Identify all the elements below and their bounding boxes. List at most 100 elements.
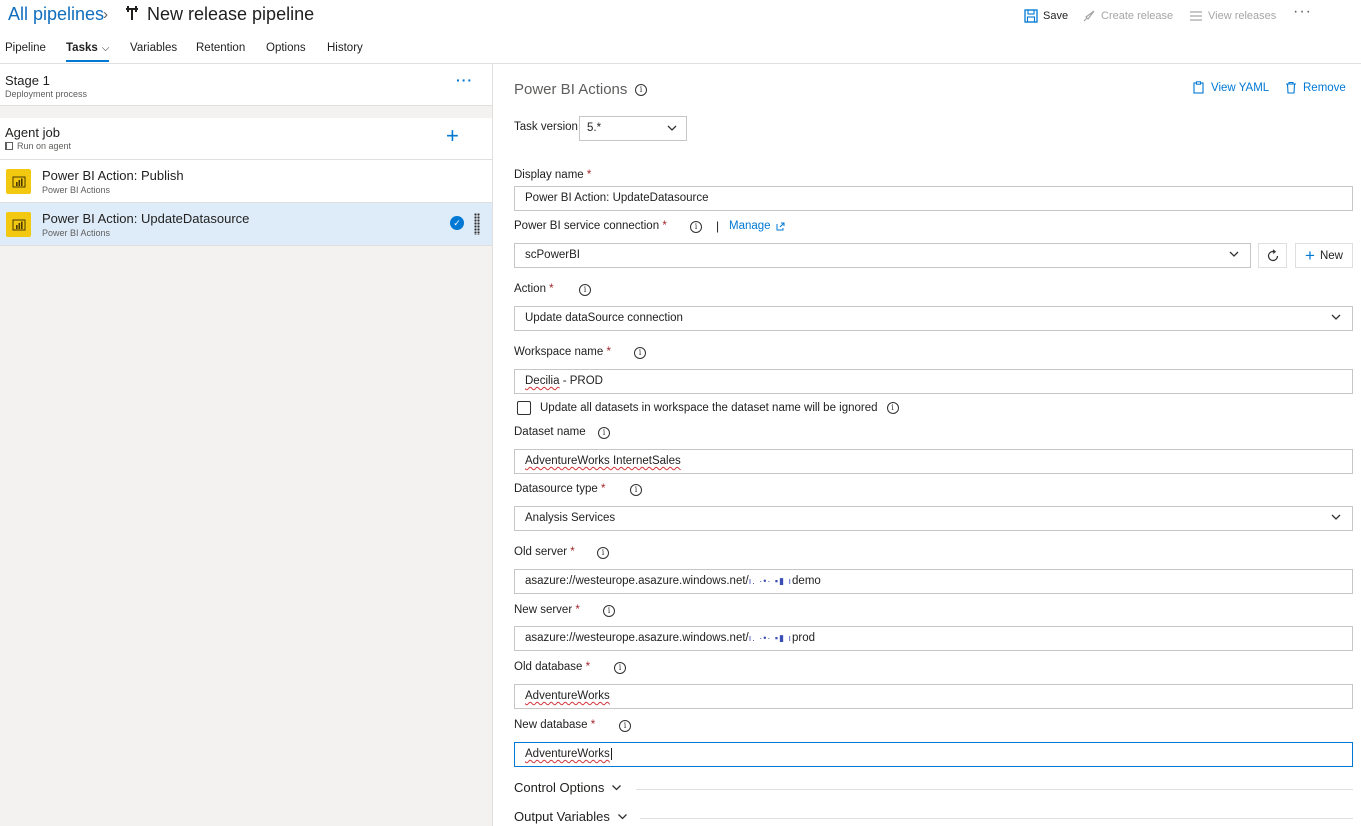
old-server-label-text: Old server — [514, 546, 568, 558]
task-subtitle: Power BI Actions — [42, 228, 111, 238]
output-variables-section[interactable]: Output Variables — [514, 809, 628, 824]
connection-label: Power BI service connection * — [514, 220, 667, 232]
more-actions-button[interactable]: ··· — [1293, 3, 1312, 21]
required-marker: * — [586, 169, 592, 181]
task-title: Power BI Action: Publish — [42, 168, 184, 183]
new-database-label: New database * — [514, 719, 595, 731]
dataset-label: Dataset name — [514, 426, 586, 438]
text-cursor — [610, 748, 612, 760]
required-marker: * — [585, 661, 591, 673]
chevron-down-icon — [1229, 251, 1239, 257]
info-icon[interactable]: i — [603, 605, 615, 617]
info-icon[interactable]: i — [690, 221, 702, 233]
new-server-suffix: prod — [792, 632, 816, 644]
info-icon[interactable]: i — [579, 284, 591, 296]
new-label: New — [1319, 249, 1343, 262]
stage-header[interactable]: Stage 1 Deployment process ··· — [0, 64, 492, 106]
dataset-value: AdventureWorks InternetSales — [525, 455, 681, 467]
tab-tasks[interactable]: Tasks ⌵ — [66, 42, 110, 62]
old-database-input[interactable]: AdventureWorks — [514, 684, 1353, 709]
dataset-input[interactable]: AdventureWorks InternetSales — [514, 449, 1353, 474]
required-marker: * — [590, 719, 596, 731]
manage-link[interactable]: Manage — [729, 220, 785, 232]
info-icon[interactable]: i — [630, 484, 642, 496]
agent-job-subtitle-text: Run on agent — [17, 141, 72, 151]
connection-dropdown[interactable]: scPowerBI — [514, 243, 1251, 268]
required-marker: * — [575, 604, 580, 616]
old-database-label: Old database * — [514, 661, 590, 673]
info-icon[interactable]: i — [614, 662, 626, 674]
task-version-dropdown[interactable]: 5.* — [579, 116, 687, 141]
add-task-button[interactable]: + — [446, 123, 459, 149]
task-row-updatedatasource[interactable]: Power BI Action: UpdateDatasource Power … — [0, 203, 492, 246]
redacted-text: ı. ·•· ▪▮ ı — [748, 633, 793, 643]
info-icon[interactable]: i — [634, 347, 646, 359]
tab-pipeline[interactable]: Pipeline — [5, 42, 46, 60]
info-icon[interactable]: i — [619, 720, 631, 732]
powerbi-icon — [6, 212, 31, 237]
update-all-datasets-option[interactable]: Update all datasets in workspace the dat… — [517, 401, 899, 415]
task-version-label: Task version — [514, 121, 578, 133]
action-label-text: Action — [514, 283, 546, 295]
view-yaml-button[interactable]: View YAML — [1192, 81, 1269, 94]
new-database-input[interactable]: AdventureWorks — [514, 742, 1353, 767]
refresh-button[interactable] — [1258, 243, 1287, 268]
panel-splitter[interactable] — [492, 64, 493, 826]
tab-tasks-label: Tasks — [66, 42, 98, 54]
powerbi-icon — [6, 169, 31, 194]
save-label: Save — [1043, 10, 1069, 22]
create-release-button[interactable]: Create release — [1082, 9, 1173, 23]
connection-value: scPowerBI — [525, 249, 580, 261]
required-marker: * — [549, 283, 554, 295]
task-panel-title: Power BI Actions — [514, 81, 628, 98]
workspace-text: - PROD — [559, 375, 603, 387]
old-server-input[interactable]: asazure://westeurope.asazure.windows.net… — [514, 569, 1353, 594]
view-releases-button[interactable]: View releases — [1189, 9, 1276, 23]
display-name-label-text: Display name — [514, 169, 584, 181]
datasource-type-dropdown[interactable]: Analysis Services — [514, 506, 1353, 531]
info-icon[interactable]: i — [597, 547, 609, 559]
action-dropdown[interactable]: Update dataSource connection — [514, 306, 1353, 331]
drag-handle-icon[interactable] — [474, 213, 480, 235]
tab-history[interactable]: History — [327, 42, 363, 60]
tab-retention[interactable]: Retention — [196, 42, 245, 60]
section-divider — [640, 818, 1353, 819]
old-database-value: AdventureWorks — [525, 690, 610, 702]
display-name-label: Display name * — [514, 169, 591, 181]
info-icon[interactable]: i — [886, 402, 899, 414]
new-server-input[interactable]: asazure://westeurope.asazure.windows.net… — [514, 626, 1353, 651]
old-server-prefix: asazure://westeurope.asazure.windows.net… — [525, 575, 749, 587]
connection-label-text: Power BI service connection — [514, 220, 660, 232]
create-release-label: Create release — [1101, 10, 1174, 22]
clipboard-icon — [1193, 81, 1204, 94]
task-row-publish[interactable]: Power BI Action: Publish Power BI Action… — [0, 160, 492, 203]
update-all-checkbox[interactable] — [517, 401, 531, 415]
pipeline-icon — [126, 6, 138, 20]
rocket-icon — [1083, 10, 1095, 22]
trash-icon — [1286, 81, 1296, 94]
agent-job-subtitle: Run on agent — [5, 141, 71, 151]
stage-subtitle: Deployment process — [5, 89, 88, 99]
old-server-label: Old server * — [514, 546, 575, 558]
remove-button[interactable]: Remove — [1285, 81, 1346, 94]
info-icon[interactable]: i — [598, 427, 610, 439]
control-options-section[interactable]: Control Options — [514, 780, 622, 795]
new-server-prefix: asazure://westeurope.asazure.windows.net… — [525, 632, 749, 644]
workspace-input[interactable]: Decilia - PROD — [514, 369, 1353, 394]
chevron-down-icon — [667, 125, 677, 131]
tab-options[interactable]: Options — [266, 42, 306, 60]
info-icon[interactable]: i — [635, 84, 647, 96]
breadcrumb-all-pipelines[interactable]: All pipelines — [8, 4, 104, 25]
check-icon[interactable]: ✓ — [450, 216, 464, 230]
new-connection-button[interactable]: + New — [1295, 243, 1353, 268]
datasource-type-label-text: Datasource type — [514, 483, 598, 495]
required-marker: * — [600, 483, 606, 495]
required-marker: * — [570, 546, 575, 558]
workspace-label: Workspace name * — [514, 346, 611, 358]
stage-more-button[interactable]: ··· — [456, 72, 473, 88]
save-button[interactable]: Save — [1024, 9, 1068, 23]
display-name-input[interactable]: Power BI Action: UpdateDatasource — [514, 186, 1353, 211]
agent-job[interactable]: Agent job Run on agent + — [0, 118, 492, 160]
tab-variables[interactable]: Variables — [130, 42, 177, 60]
view-releases-label: View releases — [1208, 10, 1277, 22]
